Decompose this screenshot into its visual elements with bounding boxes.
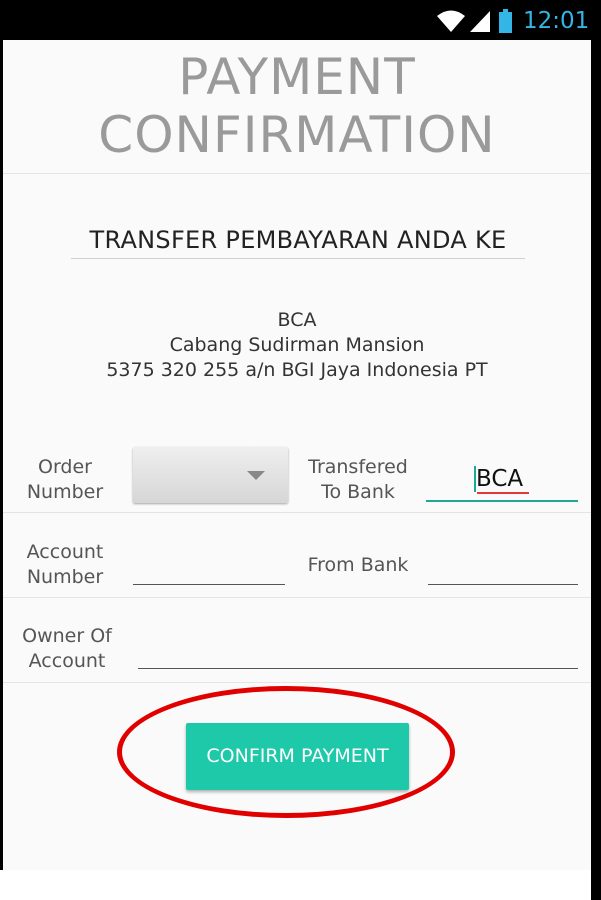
page-title: PAYMENT CONFIRMATION xyxy=(3,48,591,164)
page-title-line-2: CONFIRMATION xyxy=(98,106,496,164)
divider xyxy=(3,173,591,174)
bank-info: BCA Cabang Sudirman Mansion 5375 320 255… xyxy=(3,308,591,383)
transferred-to-label-line-2: To Bank xyxy=(321,481,395,503)
status-bar: 12:01 xyxy=(3,0,591,40)
page-title-line-1: PAYMENT xyxy=(178,48,416,106)
from-bank-label: From Bank xyxy=(307,554,409,576)
transferred-to-bank-label: Transfered To Bank xyxy=(298,455,418,505)
account-number-label: Account Number xyxy=(15,540,115,590)
account-number-underline xyxy=(133,584,285,585)
divider xyxy=(3,682,591,683)
owner-of-account-label: Owner Of Account xyxy=(15,624,119,674)
dropdown-arrow-icon xyxy=(247,471,265,480)
order-number-label-line-2: Number xyxy=(26,481,104,503)
transferred-to-bank-input[interactable]: BCA xyxy=(426,462,578,502)
transfer-heading: TRANSFER PEMBAYARAN ANDA KE xyxy=(71,226,525,259)
order-number-label: Order Number xyxy=(15,455,115,505)
owner-of-account-input[interactable] xyxy=(138,632,578,668)
from-bank-underline xyxy=(428,584,578,585)
divider xyxy=(3,597,591,598)
from-bank-input[interactable] xyxy=(428,548,578,584)
status-clock: 12:01 xyxy=(523,8,590,34)
account-number-label-line-2: Number xyxy=(26,566,104,588)
order-number-dropdown[interactable] xyxy=(133,447,288,503)
account-number-input[interactable] xyxy=(133,548,285,584)
battery-icon xyxy=(499,9,512,33)
wifi-icon xyxy=(437,10,465,32)
account-number-label-line-1: Account xyxy=(26,541,104,563)
bank-branch: Cabang Sudirman Mansion xyxy=(169,334,425,356)
divider xyxy=(3,512,591,513)
owner-label-line-2: Account xyxy=(28,650,106,672)
owner-of-account-underline xyxy=(138,668,578,669)
device-frame-right xyxy=(591,0,601,900)
order-number-label-line-1: Order xyxy=(38,456,92,478)
bank-name: BCA xyxy=(277,309,317,331)
highlight-annotation-ellipse xyxy=(117,686,455,818)
signal-icon xyxy=(470,11,490,32)
bank-account: 5375 320 255 a/n BGI Jaya Indonesia PT xyxy=(106,359,488,381)
spellcheck-underline xyxy=(477,492,529,494)
transferred-to-label-line-1: Transfered xyxy=(308,456,408,478)
transferred-to-bank-value: BCA xyxy=(476,466,524,492)
owner-label-line-1: Owner Of xyxy=(22,625,112,647)
